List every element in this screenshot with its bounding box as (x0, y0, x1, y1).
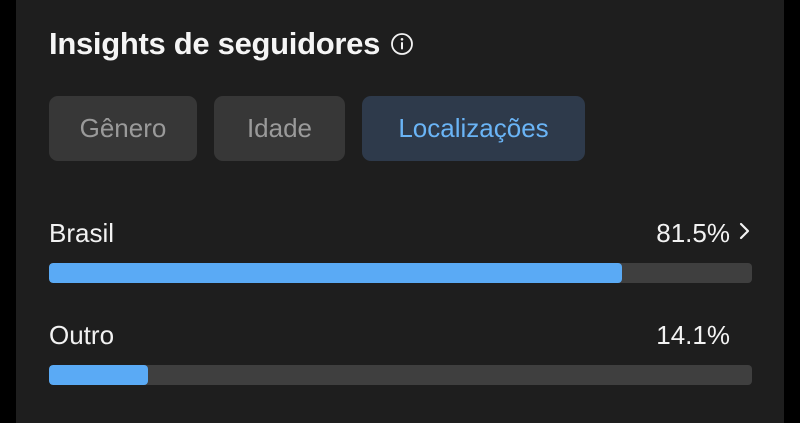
location-percent: 81.5% (656, 218, 730, 248)
tab-bar: Gênero Idade Localizações (49, 96, 585, 161)
location-percent: 14.1% (656, 320, 730, 350)
info-icon[interactable] (390, 32, 414, 56)
tab-age[interactable]: Idade (214, 96, 345, 161)
page-title: Insights de seguidores (49, 26, 381, 61)
progress-track (49, 365, 752, 385)
chevron-right-icon[interactable] (738, 221, 752, 241)
progress-fill (49, 263, 622, 283)
tab-gender[interactable]: Gênero (49, 96, 197, 161)
location-name: Outro (49, 320, 115, 350)
progress-fill (49, 365, 149, 385)
tab-locations[interactable]: Localizações (362, 96, 585, 161)
header: Insights de seguidores (49, 26, 414, 62)
location-name: Brasil (49, 218, 115, 248)
location-row-brasil[interactable]: Brasil 81.5% (49, 218, 752, 288)
location-row-outro: Outro 14.1% (49, 320, 752, 390)
progress-track (49, 263, 752, 283)
